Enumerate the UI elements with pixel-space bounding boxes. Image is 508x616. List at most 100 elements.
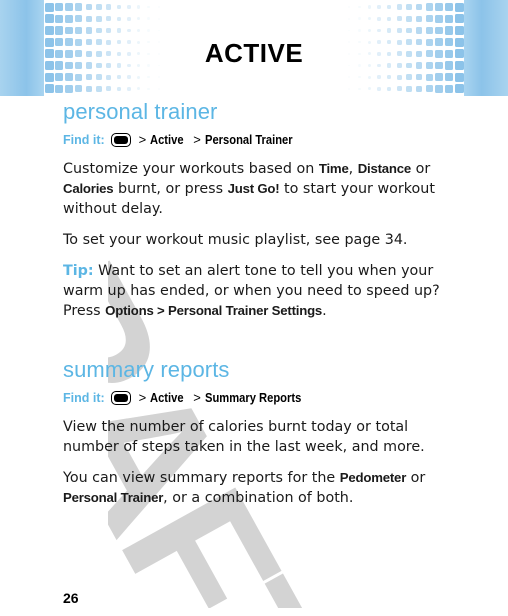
emphasis-personal-trainer: Personal Trainer [63, 490, 164, 506]
page-content: personal trainer Find it: > Active > Per… [63, 99, 441, 508]
header-pattern-square [44, 84, 54, 94]
menu-key-icon[interactable] [110, 132, 131, 147]
header-pattern-square [106, 27, 112, 33]
header-pattern-square [147, 29, 150, 32]
findit-path-summary-reports: Find it: > Active > Summary Reports [63, 390, 441, 405]
header-pattern-square [65, 14, 73, 23]
header-pattern-square [387, 28, 392, 33]
header-pattern-square [377, 87, 382, 91]
path-separator: > [193, 132, 201, 148]
header-pattern-square [106, 4, 112, 10]
text-run: You can view summary reports for the [63, 470, 340, 487]
header-pattern-square [415, 3, 423, 11]
findit-item-active[interactable]: Active [150, 390, 184, 405]
header-pattern-square [85, 74, 93, 81]
header-pattern-square [348, 17, 351, 20]
header-pattern-square [454, 2, 464, 12]
header-pattern-square [147, 5, 150, 9]
header-pattern-square [106, 86, 112, 92]
header-pattern-square [415, 27, 423, 34]
header-pattern-square [137, 5, 141, 9]
findit-item-summary-reports[interactable]: Summary Reports [205, 390, 301, 405]
header-pattern-square [454, 14, 464, 24]
header-pattern-square [406, 74, 412, 81]
header-pattern-square [435, 3, 443, 11]
paragraph-view-summary-reports: You can view summary reports for the Ped… [63, 468, 441, 508]
header-pattern-square [137, 87, 141, 91]
header-pattern-square [96, 27, 102, 34]
header-pattern-square [44, 14, 54, 24]
header-pattern-square [137, 28, 141, 32]
header-pattern-square [116, 86, 121, 92]
header-pattern-row [44, 25, 164, 35]
header-pattern-square [396, 74, 402, 80]
text-run: or [406, 470, 426, 487]
header-pattern-square [454, 84, 464, 94]
header-pattern-square [425, 3, 433, 11]
path-separator: > [138, 390, 147, 406]
header-pattern-square [406, 4, 412, 10]
header-pattern-square [54, 2, 64, 12]
header-pattern-square [358, 29, 361, 32]
header-pattern-square [444, 26, 454, 35]
header-pattern-square [126, 16, 131, 21]
header-pattern-square [367, 17, 371, 21]
header-pattern-square [96, 74, 102, 81]
header-pattern-square [44, 72, 54, 82]
header-pattern-square [435, 73, 443, 82]
header-pattern-square [348, 88, 351, 90]
header-pattern-square [415, 15, 423, 22]
text-run: , or a combination of both. [163, 490, 354, 507]
header-pattern-square [147, 17, 150, 20]
header-pattern-square [387, 16, 392, 21]
header-pattern-row [344, 72, 464, 82]
findit-item-personal-trainer[interactable]: Personal Trainer [205, 132, 293, 147]
findit-item-active[interactable]: Active [150, 132, 184, 147]
header-pattern-square [106, 74, 112, 80]
header-pattern-square [54, 26, 64, 35]
header-pattern-square [406, 86, 412, 92]
menu-key-icon[interactable] [110, 390, 131, 405]
header-pattern-square [65, 26, 73, 35]
paragraph-customize-workouts: Customize your workouts based on Time, D… [63, 159, 441, 219]
header-pattern-row [44, 84, 164, 94]
paragraph-tip-alert-tone: Tip: Want to set an alert tone to tell y… [63, 261, 441, 321]
header-pattern-square [106, 16, 112, 22]
header-pattern-square [65, 85, 73, 93]
emphasis-personal-trainer-settings: Personal Trainer Settings [168, 303, 323, 319]
path-separator: > [153, 303, 169, 319]
header-pattern-square [348, 29, 351, 32]
header-pattern-square [435, 26, 443, 35]
emphasis-distance: Distance [357, 161, 412, 177]
header-pattern-square [377, 28, 382, 33]
header-pattern-square [377, 16, 382, 21]
header-pattern-square [116, 16, 121, 21]
header-pattern-square [116, 28, 121, 33]
header-pattern-square [367, 87, 371, 91]
text-run: or [411, 161, 431, 178]
paragraph-music-playlist: To set your workout music playlist, see … [63, 230, 441, 250]
header-pattern-square [348, 6, 351, 8]
header-pattern-row [44, 14, 164, 24]
header-pattern-square [75, 85, 83, 93]
header-pattern-square [126, 5, 131, 9]
header-pattern-square [396, 4, 402, 10]
header-pattern-square [65, 73, 73, 82]
header-pattern-square [396, 27, 402, 33]
header-pattern-square [44, 25, 54, 35]
header-pattern-square [406, 15, 412, 22]
header-pattern-square [435, 14, 443, 23]
header-pattern-square [358, 75, 361, 79]
header-pattern-row [344, 14, 464, 24]
header-pattern-square [377, 5, 382, 9]
header-pattern-square [54, 84, 64, 94]
header-pattern-square [85, 15, 93, 22]
emphasis-time: Time [318, 161, 349, 177]
header-pattern-square [75, 73, 83, 81]
paragraph-view-calories: View the number of calories burnt today … [63, 417, 441, 457]
header-pattern-square [147, 75, 150, 79]
header-pattern-square [367, 28, 371, 32]
header-pattern-square [387, 4, 392, 10]
header-pattern-square [396, 86, 402, 92]
header-pattern-square [75, 3, 83, 11]
